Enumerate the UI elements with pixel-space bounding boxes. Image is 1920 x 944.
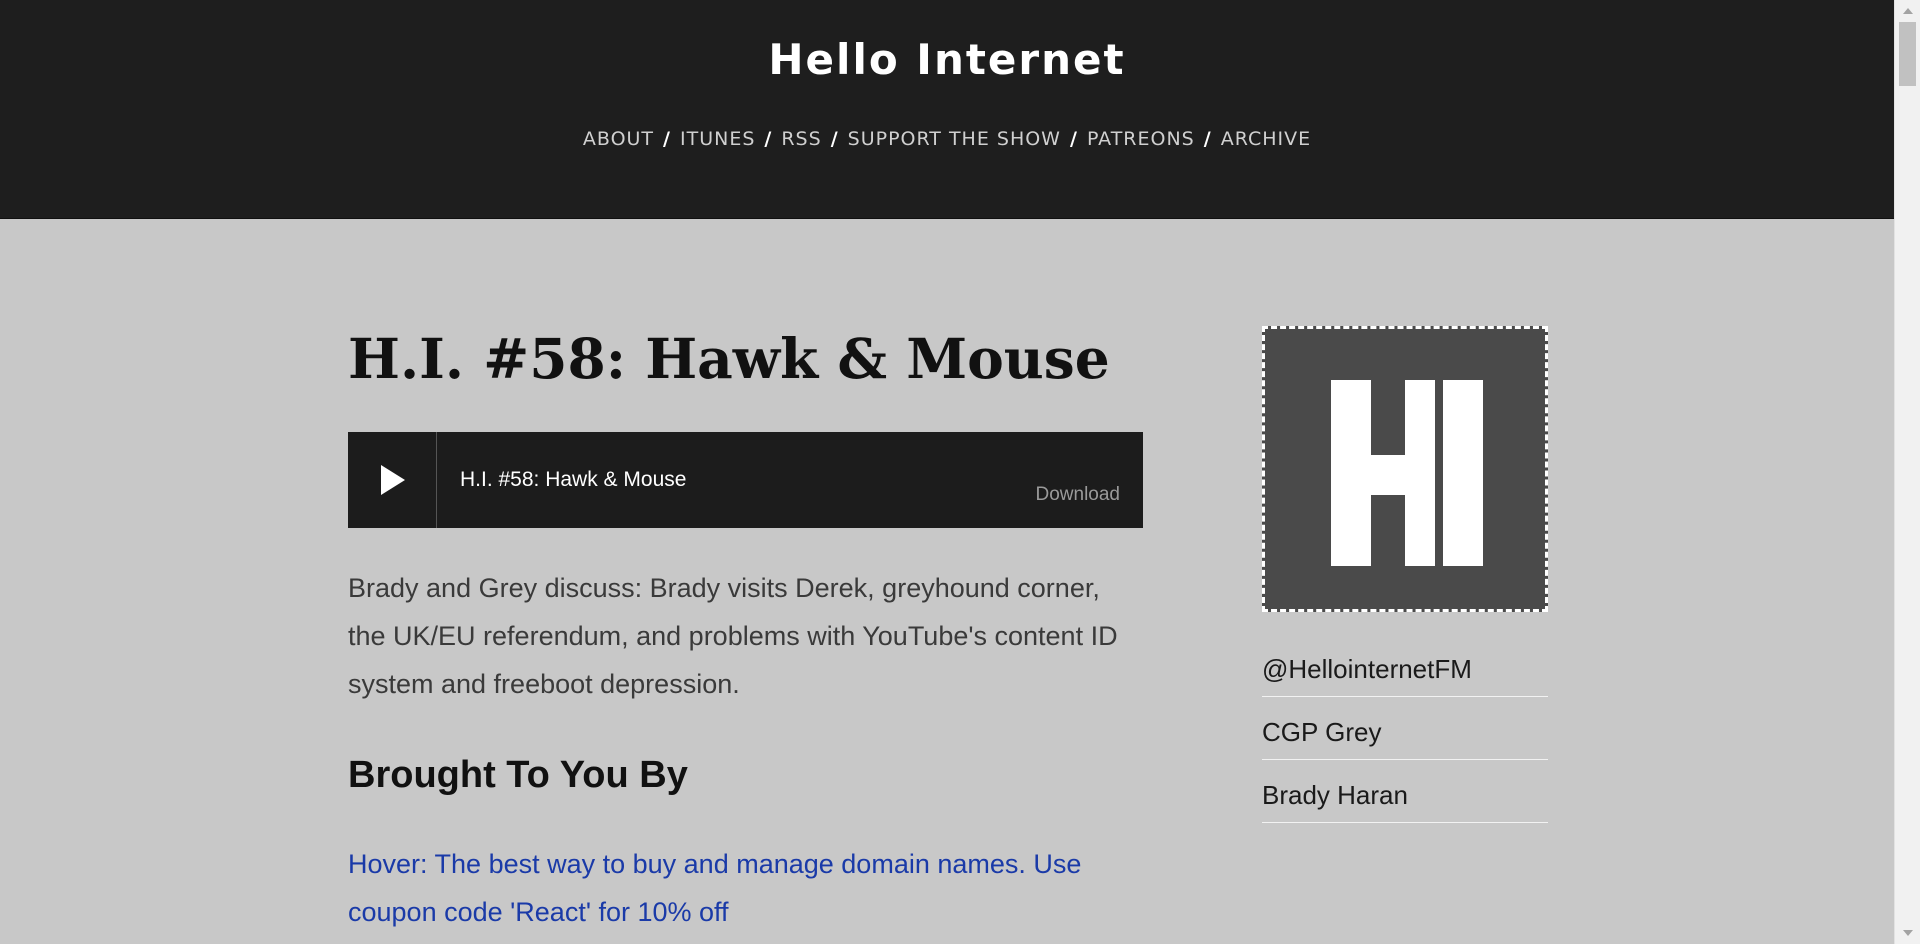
sidebar-item-brady-haran: Brady Haran [1262,760,1548,823]
sidebar-item-twitter: @HellointernetFM [1262,634,1548,697]
site-header: Hello Internet ABOUT / ITUNES / RSS / SUPPORT … [0,0,1894,219]
sidebar: @HellointernetFM CGP Grey Brady Haran [1262,326,1548,823]
play-button[interactable] [348,432,437,528]
sponsors-heading: Brought To You By [348,754,688,796]
audio-player: H.I. #58: Hawk & Mouse Download [348,432,1143,528]
player-track-title: H.I. #58: Hawk & Mouse [460,468,687,491]
nav-support-the-show[interactable]: SUPPORT THE SHOW [848,128,1061,150]
nav-separator: / [1069,128,1078,150]
nav-archive[interactable]: ARCHIVE [1221,128,1311,150]
nav-separator: / [830,128,839,150]
page: Hello Internet ABOUT / ITUNES / RSS / SUPPORT … [0,0,1894,944]
download-link[interactable]: Download [1036,482,1121,508]
episode-description: Brady and Grey discuss: Brady visits Der… [348,573,1118,699]
logo-letter-i [1443,380,1483,566]
logo-letter-h-right [1405,380,1435,566]
logo-letter-h-bar [1371,455,1405,495]
play-icon [381,465,405,495]
nav-rss[interactable]: RSS [781,128,821,150]
sidebar-links: @HellointernetFM CGP Grey Brady Haran [1262,634,1548,823]
nav-patreons[interactable]: PATREONS [1087,128,1195,150]
nav-itunes[interactable]: ITUNES [680,128,755,150]
scroll-thumb[interactable] [1899,22,1916,86]
main-nav: ABOUT / ITUNES / RSS / SUPPORT THE SHOW / PATREO… [0,126,1894,152]
logo-letter-h-left [1331,380,1371,566]
sidebar-link-cgp-grey[interactable]: CGP Grey [1262,697,1548,749]
scroll-down-arrow-icon[interactable] [1903,930,1913,936]
vertical-scrollbar[interactable] [1894,0,1920,944]
sidebar-item-cgp-grey: CGP Grey [1262,697,1548,760]
site-title-link[interactable]: Hello Internet [768,35,1125,84]
scroll-up-arrow-icon[interactable] [1903,8,1913,14]
nav-about[interactable]: ABOUT [583,128,654,150]
post-title: H.I. #58: Hawk & Mouse [348,326,1110,391]
sidebar-link-hellointernetfm[interactable]: @HellointernetFM [1262,634,1548,686]
nav-separator: / [764,128,773,150]
nav-separator: / [1203,128,1212,150]
sponsor-link-hover[interactable]: Hover: The best way to buy and manage do… [348,840,1143,936]
nav-separator: / [663,128,671,150]
sidebar-link-brady-haran[interactable]: Brady Haran [1262,760,1548,812]
hello-internet-logo[interactable] [1262,326,1548,612]
site-title: Hello Internet [0,30,1894,90]
